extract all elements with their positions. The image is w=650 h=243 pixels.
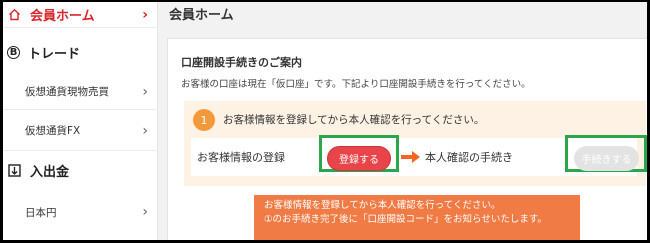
app-frame: 会員ホーム › B トレード 仮想通貨現物売買 › 仮想通貨FX › 入出金 日…: [3, 2, 647, 240]
identity-verification-label: 本人確認の手続き: [425, 151, 513, 164]
step-instruction: お客様情報を登録してから本人確認を行ってください。: [223, 114, 485, 126]
bitcoin-icon: B: [7, 45, 20, 59]
arrow-right-icon: [401, 151, 420, 163]
step-number-badge: 1: [193, 109, 215, 131]
step-actions-row: お客様情報の登録 登録する 本人確認の手続き 手続きする: [191, 135, 647, 176]
sidebar-item-label: 仮想通貨FX: [25, 125, 81, 137]
account-opening-card: 口座開設手続きのご案内 お客様の口座は現在「仮口座」です。下記より口座開設手続き…: [167, 38, 647, 240]
chevron-right-icon: ›: [142, 83, 148, 100]
sidebar-item-label: 日本円: [25, 206, 57, 219]
sidebar-item-label: トレード: [28, 46, 81, 62]
sidebar-item-jpy[interactable]: 日本円 ›: [3, 192, 158, 232]
chevron-right-icon: ›: [142, 6, 148, 23]
chevron-right-icon: ›: [142, 204, 148, 220]
procedure-button[interactable]: 手続きする: [574, 146, 639, 171]
sidebar-item-crypto-fx[interactable]: 仮想通貨FX ›: [3, 111, 158, 151]
main-content: 会員ホーム 口座開設手続きのご案内 お客様の口座は現在「仮口座」です。下記より口…: [159, 2, 647, 240]
notice-line-1: お客様情報を登録してから本人確認を行ってください。: [264, 200, 501, 211]
sidebar-item-label: 会員ホーム: [30, 9, 95, 24]
register-button[interactable]: 登録する: [327, 146, 391, 171]
deposit-icon: [7, 163, 22, 178]
sidebar-item-deposit-withdraw[interactable]: 入出金: [3, 154, 158, 186]
notice-line-2: ①のお手続き完了後に「口座開設コード」をお知らせいたします。: [264, 214, 547, 225]
notice-banner: お客様情報を登録してから本人確認を行ってください。 ①のお手続き完了後に「口座開…: [254, 195, 580, 240]
sidebar-item-trade[interactable]: B トレード: [3, 37, 158, 67]
sidebar-item-spot-trading[interactable]: 仮想通貨現物売買 ›: [3, 74, 158, 110]
page-title: 会員ホーム: [169, 8, 234, 23]
step-box: 1 お客様情報を登録してから本人確認を行ってください。 お客様情報の登録 登録す…: [184, 101, 647, 186]
card-title: 口座開設手続きのご案内: [181, 56, 302, 69]
sidebar: 会員ホーム › B トレード 仮想通貨現物売買 › 仮想通貨FX › 入出金 日…: [3, 2, 158, 240]
home-icon: [7, 7, 22, 22]
card-description: お客様の口座は現在「仮口座」です。下記より口座開設手続きを行ってください。: [181, 79, 531, 90]
sidebar-item-label: 入出金: [30, 164, 70, 180]
sidebar-item-member-home[interactable]: 会員ホーム ›: [3, 2, 158, 28]
register-info-label: お客様情報の登録: [197, 151, 285, 164]
chevron-right-icon: ›: [142, 122, 148, 139]
sidebar-item-label: 仮想通貨現物売買: [25, 86, 109, 98]
